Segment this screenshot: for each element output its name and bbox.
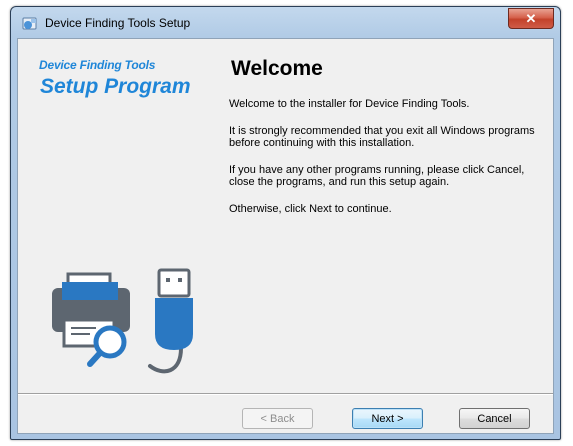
printer-usb-search-illustration — [52, 268, 193, 374]
continue-instruction-text: Otherwise, click Next to continue. — [229, 203, 392, 215]
dialog-body: Device Finding Tools Setup Program Welco… — [17, 38, 554, 434]
close-button[interactable]: ✕ — [508, 8, 554, 29]
footer-divider — [18, 393, 553, 395]
close-icon: ✕ — [525, 10, 537, 26]
back-button[interactable]: < Back — [242, 408, 313, 429]
brand-subtitle: Setup Program — [40, 75, 191, 98]
welcome-text: Welcome to the installer for Device Find… — [229, 98, 470, 110]
next-button[interactable]: Next > — [352, 408, 423, 429]
window-title: Device Finding Tools Setup — [45, 16, 191, 30]
setup-window: Device Finding Tools Setup ✕ Device Find… — [10, 6, 561, 440]
cancel-instruction-text: If you have any other programs running, … — [229, 164, 525, 188]
title-bar[interactable]: Device Finding Tools Setup ✕ — [11, 7, 560, 38]
cancel-button[interactable]: Cancel — [459, 408, 530, 429]
recommendation-text: It is strongly recommended that you exit… — [229, 125, 535, 149]
brand-name: Device Finding Tools — [39, 58, 156, 72]
setup-icon — [22, 17, 37, 30]
page-title: Welcome — [231, 57, 323, 80]
